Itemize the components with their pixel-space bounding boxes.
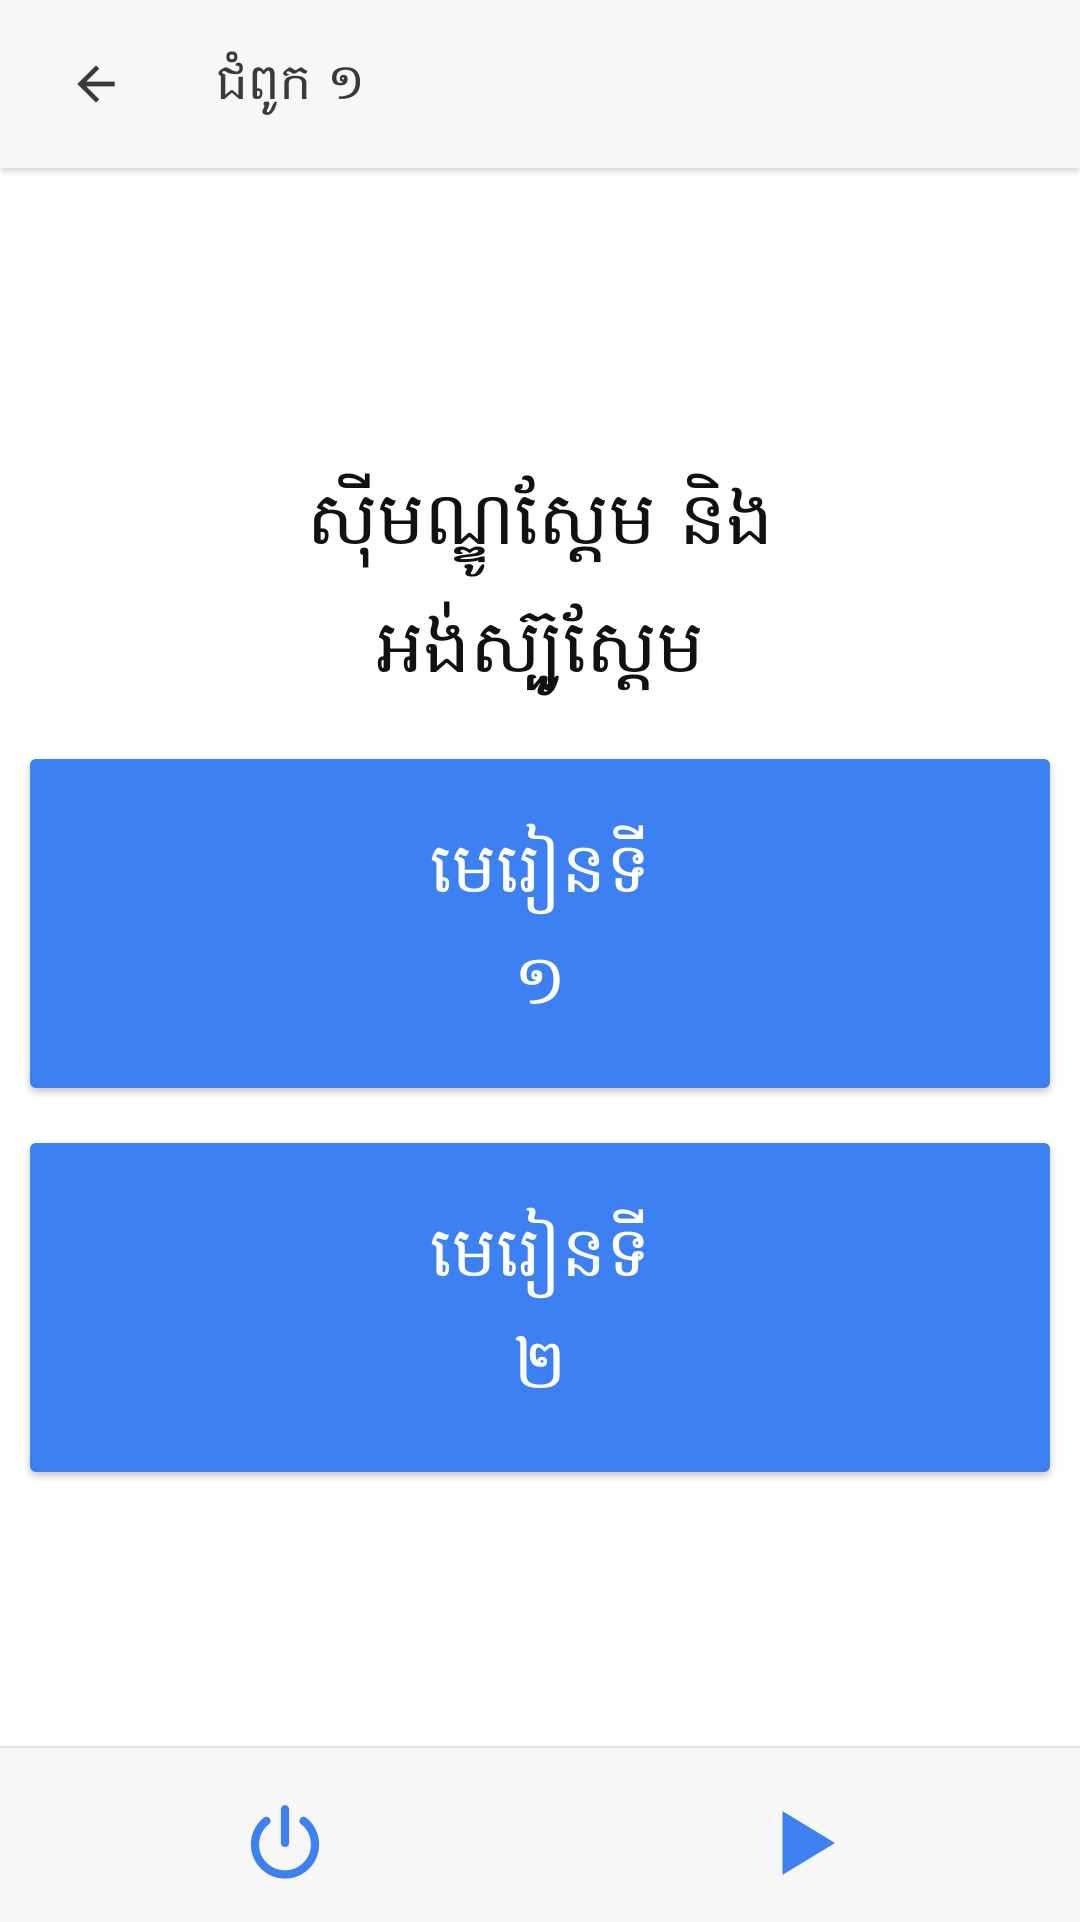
lesson-2-button[interactable]: មេរៀនទី ២ xyxy=(30,1143,1050,1472)
lesson-1-label-line-1: មេរៀនទី xyxy=(429,826,651,909)
lesson-1-label-line-2: ១ xyxy=(513,938,567,1021)
play-button[interactable] xyxy=(760,1798,850,1888)
power-icon xyxy=(250,1805,320,1879)
power-button[interactable] xyxy=(240,1798,330,1888)
page-title: ជំពូក ១ xyxy=(216,53,365,111)
app-bar: ជំពូក ១ xyxy=(0,0,1080,168)
section-heading: ស៊ីមណ្ឌូស្តែម និង អង់ស្ប៊ូស្តែម xyxy=(60,455,1020,711)
lesson-2-label-line-2: ២ xyxy=(513,1322,567,1405)
section-heading-line-1: ស៊ីមណ្ឌូស្តែម និង xyxy=(306,476,774,562)
arrow-back-icon xyxy=(77,65,115,103)
lesson-2-label-line-1: មេរៀនទី xyxy=(429,1210,651,1293)
lesson-1-button[interactable]: មេរៀនទី ១ xyxy=(30,759,1050,1088)
section-heading-line-2: អង់ស្ប៊ូស្តែម xyxy=(376,604,704,690)
back-button[interactable] xyxy=(56,44,136,124)
bottom-bar xyxy=(0,1746,1080,1922)
play-icon xyxy=(782,1811,835,1875)
